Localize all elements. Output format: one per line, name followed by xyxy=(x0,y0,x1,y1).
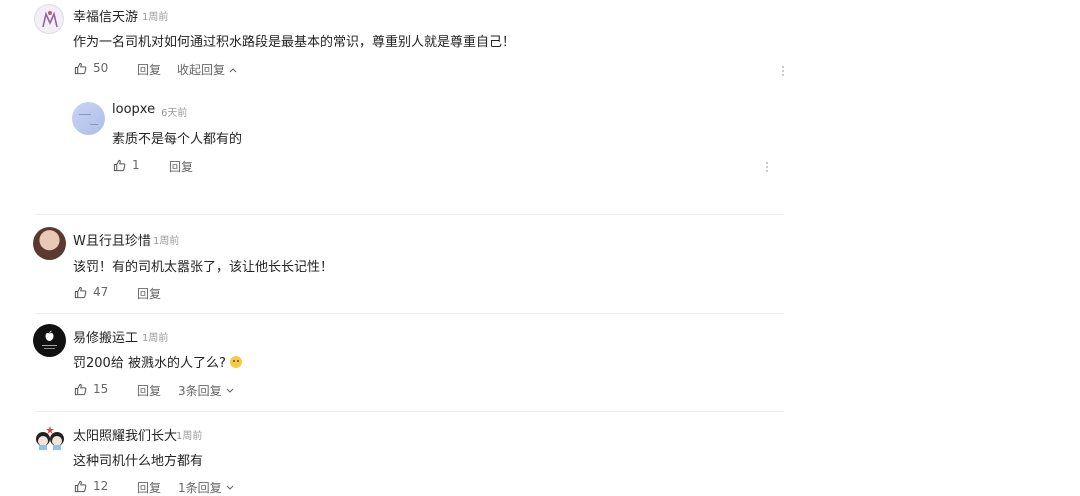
comment-author[interactable]: 幸福信天游 xyxy=(73,6,138,25)
thumbs-up-icon xyxy=(113,159,126,171)
more-options-icon[interactable] xyxy=(766,162,769,174)
divider xyxy=(34,313,784,314)
reply-avatar[interactable] xyxy=(72,102,105,135)
expand-replies-button[interactable]: 3条回复 xyxy=(178,382,234,399)
reply-button[interactable]: 回复 xyxy=(137,479,161,496)
logo-avatar-icon xyxy=(42,11,58,28)
thumbs-up-icon xyxy=(74,480,87,492)
like-count: 47 xyxy=(93,285,109,299)
avatar[interactable] xyxy=(33,324,66,357)
reply-button[interactable]: 回复 xyxy=(137,382,161,399)
like-count: 15 xyxy=(93,382,109,396)
like-count: 50 xyxy=(93,61,109,75)
profile-image-icon xyxy=(79,114,98,125)
divider xyxy=(34,214,784,215)
cartoon-avatar-icon xyxy=(36,426,64,450)
chevron-down-icon xyxy=(226,388,234,393)
reply-text: 素质不是每个人都有的 xyxy=(112,132,243,147)
collapse-replies-label: 收起回复 xyxy=(177,63,226,77)
comment-time: 1周前 xyxy=(142,333,169,344)
replies-count-label: 1条回复 xyxy=(178,481,222,495)
comment-text: 这种司机什么地方都有 xyxy=(73,454,204,469)
comment-text-row: 罚200给 被溅水的人了么? xyxy=(73,352,242,371)
avatar[interactable] xyxy=(34,4,64,34)
reply-like-button[interactable]: 1 xyxy=(113,158,140,172)
comment-text: 该罚！有的司机太嚣张了，该让他长长记性！ xyxy=(73,260,334,275)
chevron-up-icon xyxy=(229,67,237,72)
like-button[interactable]: 47 xyxy=(74,285,108,299)
reply-author[interactable]: loopxe xyxy=(112,102,155,117)
comment-author[interactable]: 易修搬运工 xyxy=(73,327,138,346)
like-button[interactable]: 15 xyxy=(74,382,108,396)
reply-button[interactable]: 回复 xyxy=(137,61,161,78)
reply-time: 6天前 xyxy=(161,108,188,119)
expand-replies-button[interactable]: 1条回复 xyxy=(178,479,234,496)
comment-author[interactable]: 太阳照耀我们长大 xyxy=(73,425,177,444)
comment-text: 作为一名司机对如何通过积水路段是最基本的常识，尊重别人就是尊重自己！ xyxy=(73,35,516,50)
thumbs-up-icon xyxy=(74,286,87,298)
chevron-down-icon xyxy=(226,485,234,490)
thumbs-up-icon xyxy=(74,383,87,395)
apple-logo-icon xyxy=(42,330,57,349)
comment-time: 1周前 xyxy=(153,236,180,247)
like-button[interactable]: 50 xyxy=(74,61,108,75)
like-button[interactable]: 12 xyxy=(74,479,108,493)
avatar[interactable] xyxy=(33,424,67,454)
divider xyxy=(34,411,784,412)
like-count: 12 xyxy=(93,479,109,493)
reply-button[interactable]: 回复 xyxy=(137,285,161,302)
like-count: 1 xyxy=(132,158,140,172)
collapse-replies-button[interactable]: 收起回复 xyxy=(177,61,237,78)
more-options-icon[interactable] xyxy=(782,66,785,78)
thinking-emoji-icon xyxy=(229,356,242,368)
comment-time: 1周前 xyxy=(176,431,203,442)
comment-text: 罚200给 被溅水的人了么? xyxy=(73,356,226,371)
reply-reply-button[interactable]: 回复 xyxy=(169,158,193,175)
thumbs-up-icon xyxy=(74,62,87,74)
replies-count-label: 3条回复 xyxy=(178,384,222,398)
comment-time: 1周前 xyxy=(142,12,169,23)
avatar[interactable] xyxy=(33,227,66,260)
comment-author[interactable]: W且行且珍惜 xyxy=(73,230,151,249)
